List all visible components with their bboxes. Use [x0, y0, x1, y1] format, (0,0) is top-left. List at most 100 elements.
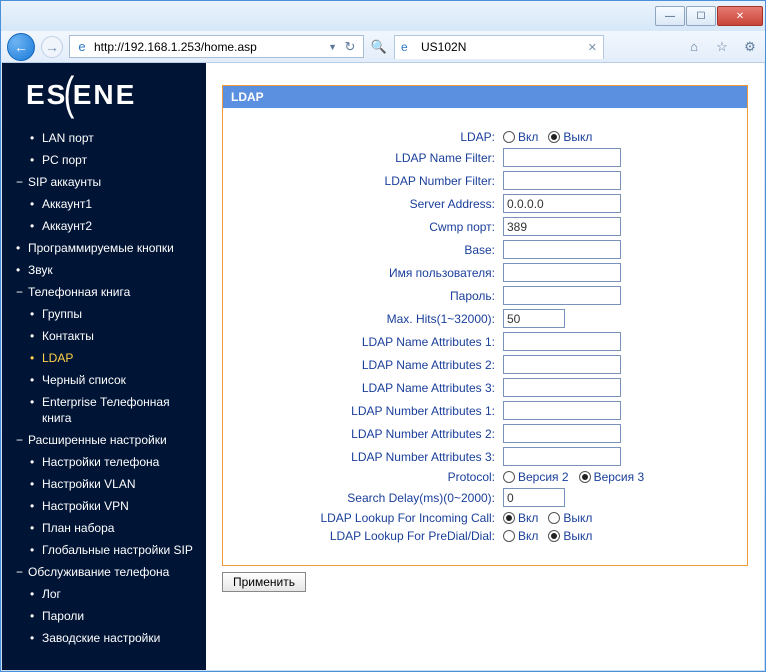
sidebar-item-label: Настройки телефона: [42, 454, 159, 470]
tools-icon[interactable]: ⚙: [741, 38, 759, 56]
sidebar-item-label: Аккаунт1: [42, 196, 92, 212]
input-name-attr2[interactable]: [503, 355, 621, 374]
label-num-attr3: LDAP Number Attributes 3:: [243, 450, 503, 464]
sidebar-item[interactable]: •PC порт: [2, 149, 206, 171]
sidebar-item[interactable]: •LAN порт: [2, 127, 206, 149]
sidebar-item[interactable]: •Группы: [2, 303, 206, 325]
apply-row: Применить: [222, 572, 748, 592]
sidebar-item[interactable]: −Расширенные настройки: [2, 429, 206, 451]
bullet-icon: •: [30, 520, 38, 536]
ldap-panel: LDAP LDAP: Вкл Выкл LDAP Name Filter: LD…: [222, 85, 748, 566]
input-num-attr3[interactable]: [503, 447, 621, 466]
radio-protocol-v2[interactable]: Версия 2: [503, 470, 569, 484]
input-cwmp-port[interactable]: [503, 217, 621, 236]
sidebar-item[interactable]: •Заводские настройки: [2, 627, 206, 649]
sidebar-item[interactable]: •Настройки VLAN: [2, 473, 206, 495]
apply-button[interactable]: Применить: [222, 572, 306, 592]
window-minimize-button[interactable]: —: [655, 6, 685, 26]
back-button[interactable]: ←: [7, 33, 35, 61]
bullet-icon: •: [30, 196, 38, 212]
sidebar-item-label: Обслуживание телефона: [28, 564, 169, 580]
url-input[interactable]: [94, 40, 324, 54]
logo-text-left: ES: [26, 79, 67, 111]
sidebar-item[interactable]: •Аккаунт2: [2, 215, 206, 237]
input-num-attr1[interactable]: [503, 401, 621, 420]
ie-icon: e: [74, 39, 90, 55]
label-cwmp-port: Cwmp порт:: [243, 220, 503, 234]
input-name-attr1[interactable]: [503, 332, 621, 351]
bullet-icon: •: [30, 630, 38, 646]
label-protocol: Protocol:: [243, 470, 503, 484]
radio-predial-off[interactable]: Выкл: [548, 529, 592, 543]
sidebar-item[interactable]: −Обслуживание телефона: [2, 561, 206, 583]
bullet-icon: −: [16, 564, 24, 580]
label-lookup-predial: LDAP Lookup For PreDial/Dial:: [243, 529, 503, 543]
input-name-filter[interactable]: [503, 148, 621, 167]
input-max-hits[interactable]: [503, 309, 565, 328]
sidebar-item[interactable]: •Звук: [2, 259, 206, 281]
browser-tab[interactable]: e US102N ✕: [394, 35, 604, 59]
favorites-icon[interactable]: ☆: [713, 38, 731, 56]
row-ldap-enable: LDAP: Вкл Выкл: [243, 130, 727, 144]
radio-protocol-v3[interactable]: Версия 3: [579, 470, 645, 484]
radio-predial-on[interactable]: Вкл: [503, 529, 538, 543]
input-name-attr3[interactable]: [503, 378, 621, 397]
sidebar-item[interactable]: •Глобальные настройки SIP: [2, 539, 206, 561]
input-search-delay[interactable]: [503, 488, 565, 507]
sidebar-item[interactable]: •Пароли: [2, 605, 206, 627]
label-name-filter: LDAP Name Filter:: [243, 151, 503, 165]
label-name-attr3: LDAP Name Attributes 3:: [243, 381, 503, 395]
sidebar-item-label: Телефонная книга: [28, 284, 130, 300]
sidebar-item-label: SIP аккаунты: [28, 174, 101, 190]
search-icon[interactable]: 🔍: [370, 38, 388, 56]
sidebar-item[interactable]: •Enterprise Телефонная книга: [2, 391, 206, 429]
sidebar-item[interactable]: •Настройки телефона: [2, 451, 206, 473]
row-protocol: Protocol: Версия 2 Версия 3: [243, 470, 727, 484]
radio-incoming-off[interactable]: Выкл: [548, 511, 592, 525]
window-titlebar: — ☐ ✕: [1, 1, 765, 31]
label-num-attr2: LDAP Number Attributes 2:: [243, 427, 503, 441]
sidebar-item-label: Черный список: [42, 372, 126, 388]
home-icon[interactable]: ⌂: [685, 38, 703, 56]
label-max-hits: Max. Hits(1~32000):: [243, 312, 503, 326]
bullet-icon: •: [30, 306, 38, 322]
input-num-attr2[interactable]: [503, 424, 621, 443]
input-password[interactable]: [503, 286, 621, 305]
tab-title: US102N: [421, 40, 466, 54]
input-number-filter[interactable]: [503, 171, 621, 190]
bullet-icon: •: [30, 586, 38, 602]
radio-incoming-on[interactable]: Вкл: [503, 511, 538, 525]
tab-close-icon[interactable]: ✕: [588, 41, 597, 54]
sidebar-item[interactable]: •План набора: [2, 517, 206, 539]
sidebar-item[interactable]: −SIP аккаунты: [2, 171, 206, 193]
bullet-icon: •: [30, 350, 38, 366]
window-close-button[interactable]: ✕: [717, 6, 763, 26]
forward-button[interactable]: →: [41, 36, 63, 58]
radio-ldap-off[interactable]: Выкл: [548, 130, 592, 144]
sidebar-item[interactable]: •Настройки VPN: [2, 495, 206, 517]
window-maximize-button[interactable]: ☐: [686, 6, 716, 26]
sidebar-item[interactable]: •Лог: [2, 583, 206, 605]
sidebar-item-label: Аккаунт2: [42, 218, 92, 234]
sidebar-item[interactable]: •Аккаунт1: [2, 193, 206, 215]
input-username[interactable]: [503, 263, 621, 282]
label-base: Base:: [243, 243, 503, 257]
sidebar-item[interactable]: •LDAP: [2, 347, 206, 369]
address-bar[interactable]: e ▼ ↻: [69, 35, 364, 58]
bullet-icon: •: [30, 152, 38, 168]
input-base[interactable]: [503, 240, 621, 259]
sidebar-item[interactable]: •Программируемые кнопки: [2, 237, 206, 259]
sidebar-item-label: Звук: [28, 262, 53, 278]
input-server-address[interactable]: [503, 194, 621, 213]
bullet-icon: •: [30, 608, 38, 624]
sidebar-item-label: Пароли: [42, 608, 84, 624]
radio-ldap-on[interactable]: Вкл: [503, 130, 538, 144]
sidebar-item[interactable]: •Контакты: [2, 325, 206, 347]
ie-icon: e: [401, 40, 415, 54]
bullet-icon: •: [30, 454, 38, 470]
url-dropdown-icon[interactable]: ▼: [328, 42, 337, 52]
sidebar-item[interactable]: •Черный список: [2, 369, 206, 391]
sidebar-item[interactable]: −Телефонная книга: [2, 281, 206, 303]
bullet-icon: −: [16, 284, 24, 300]
refresh-icon[interactable]: ↻: [341, 38, 359, 56]
